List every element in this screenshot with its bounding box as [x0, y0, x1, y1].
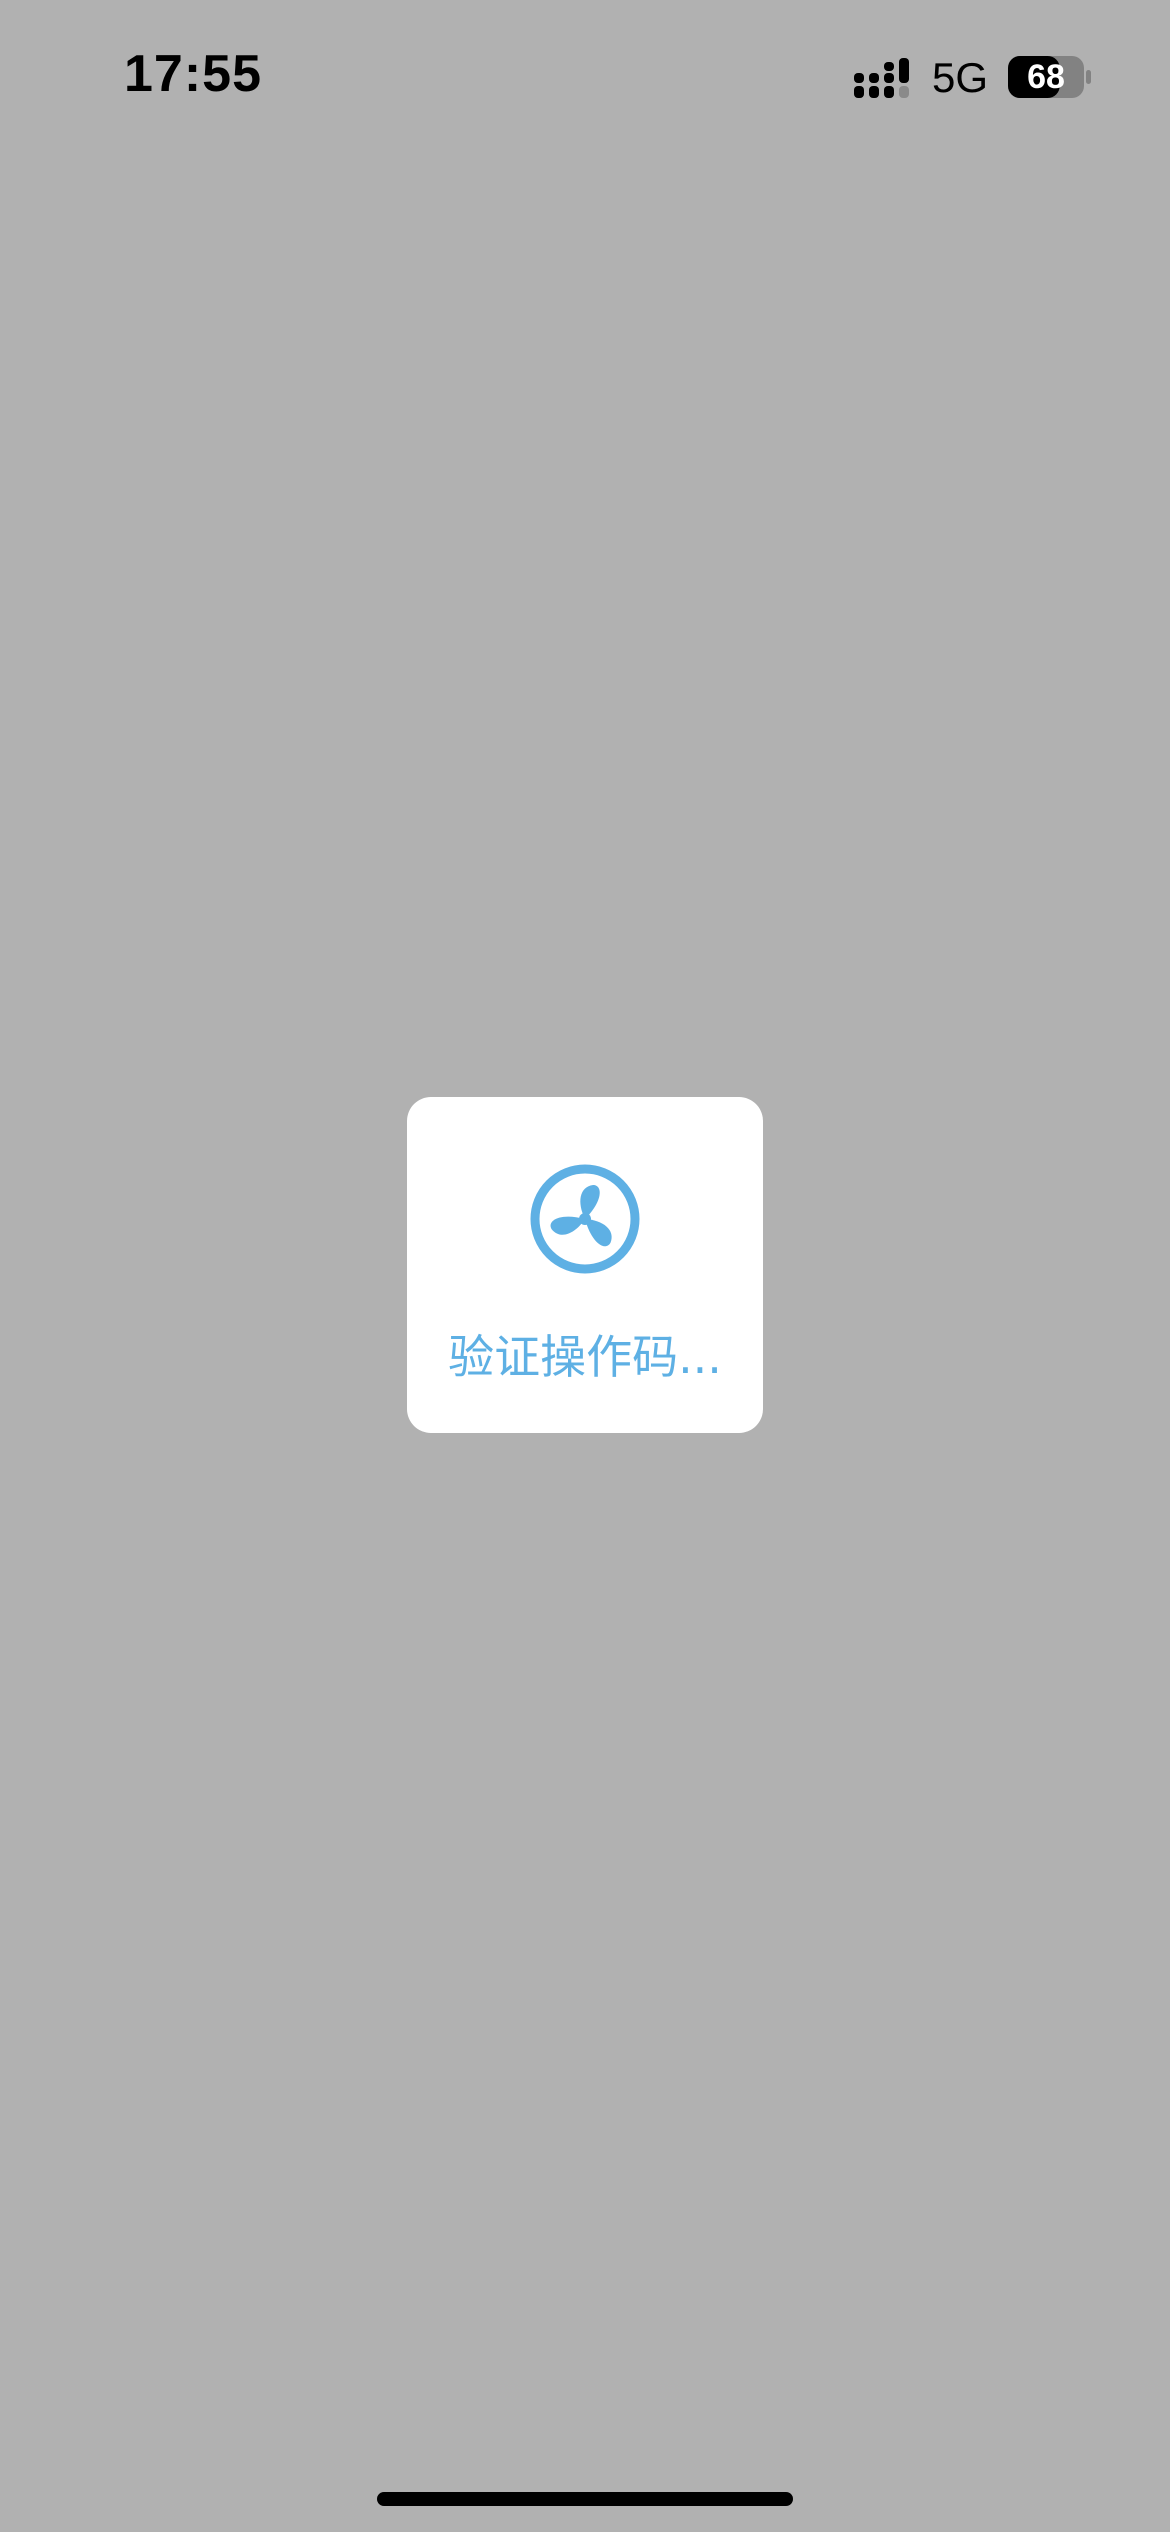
- status-bar: 17:55 5G 68: [0, 0, 1170, 150]
- status-time: 17:55: [124, 45, 262, 103]
- home-indicator[interactable]: [377, 2492, 793, 2506]
- network-type: 5G: [932, 54, 989, 101]
- fan-loading-icon: [530, 1164, 640, 1274]
- loading-text: 验证操作码...: [448, 1330, 722, 1384]
- cellular-signal-icon: [854, 58, 909, 98]
- loading-modal: 验证操作码...: [407, 1097, 763, 1433]
- battery-level: 68: [1027, 58, 1065, 96]
